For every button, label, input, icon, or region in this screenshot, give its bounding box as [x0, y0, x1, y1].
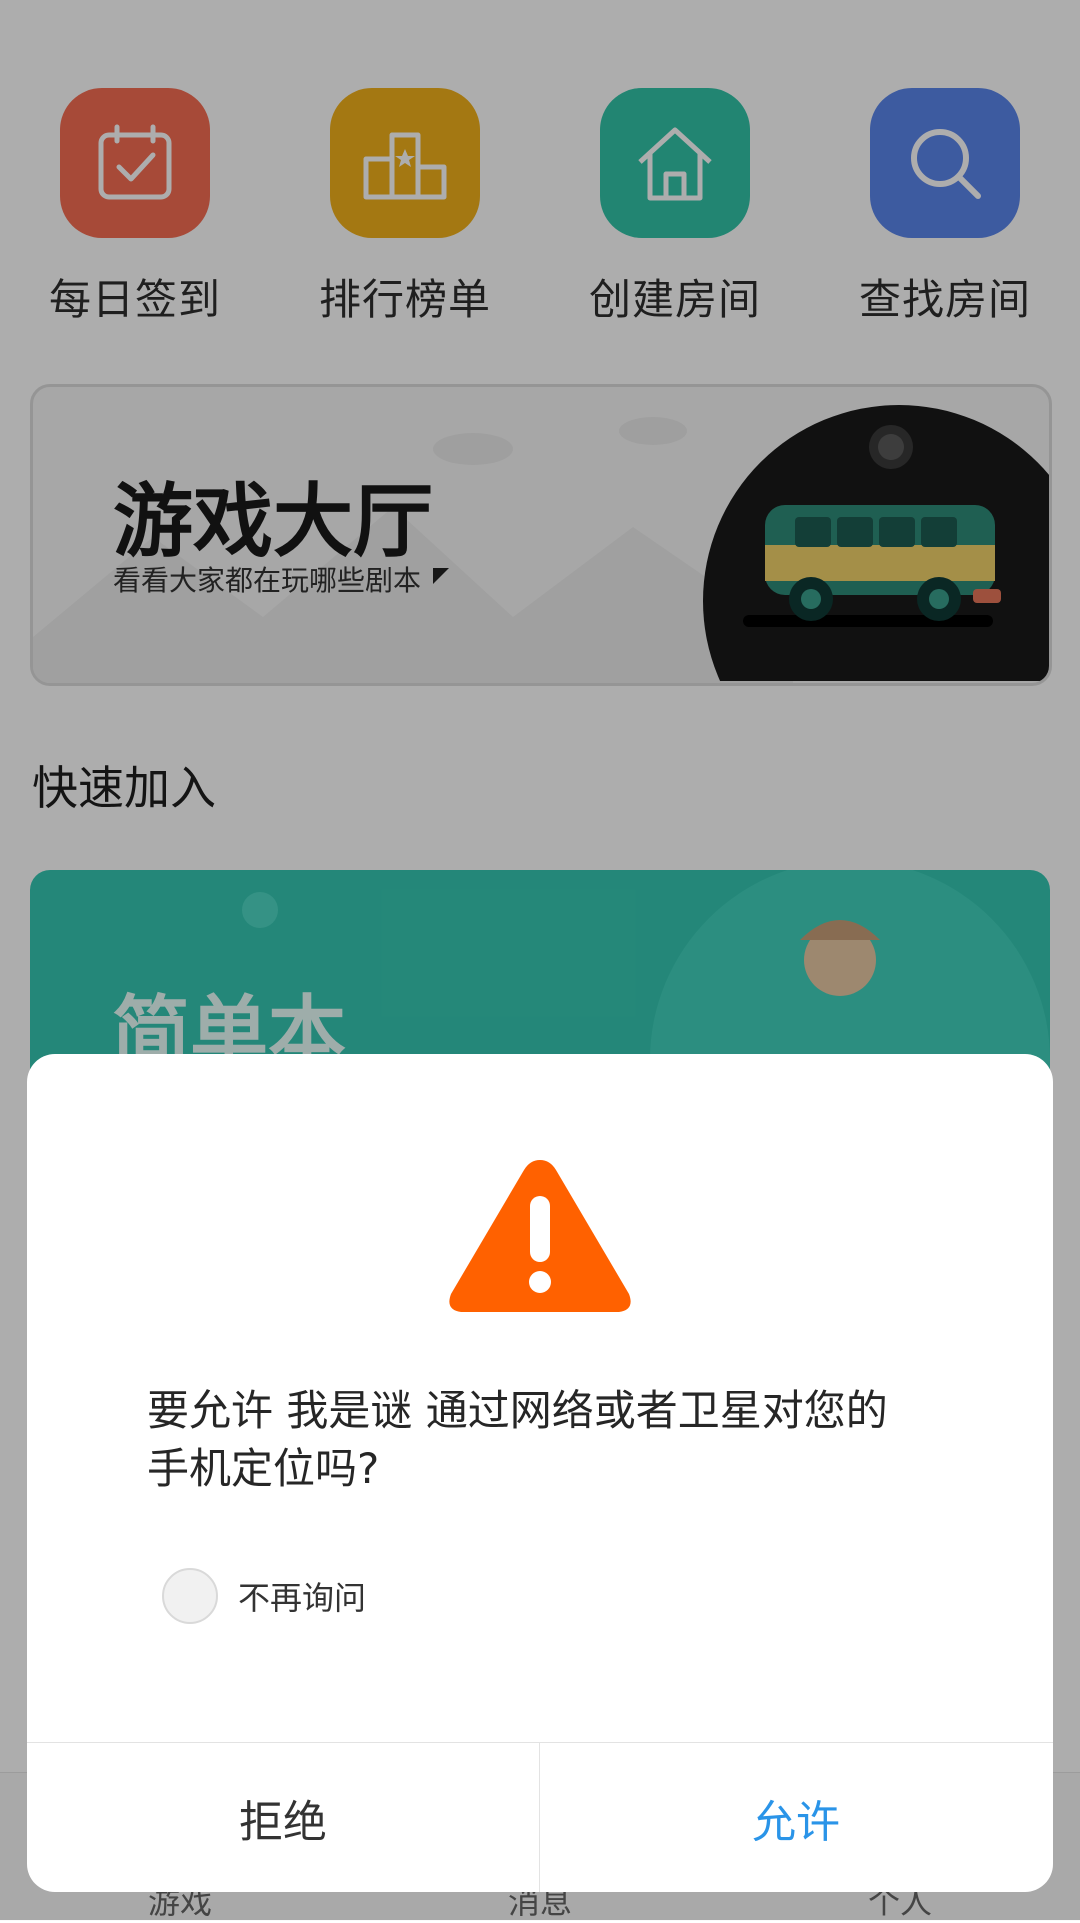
dialog-buttons: 拒绝 允许 [27, 1742, 1053, 1892]
permission-message: 要允许 我是谜 通过网络或者卫星对您的手机定位吗? [147, 1386, 888, 1493]
deny-button[interactable]: 拒绝 [27, 1743, 539, 1892]
dont-ask-again-radio[interactable] [162, 1568, 218, 1624]
dont-ask-again-label: 不再询问 [238, 1579, 367, 1617]
location-permission-dialog: 要允许 我是谜 通过网络或者卫星对您的手机定位吗? 不再询问 拒绝 允许 [27, 1054, 1053, 1892]
dont-ask-again-option[interactable]: 不再询问 [162, 1568, 366, 1624]
allow-button[interactable]: 允许 [540, 1743, 1052, 1892]
warning-icon [449, 1160, 631, 1312]
